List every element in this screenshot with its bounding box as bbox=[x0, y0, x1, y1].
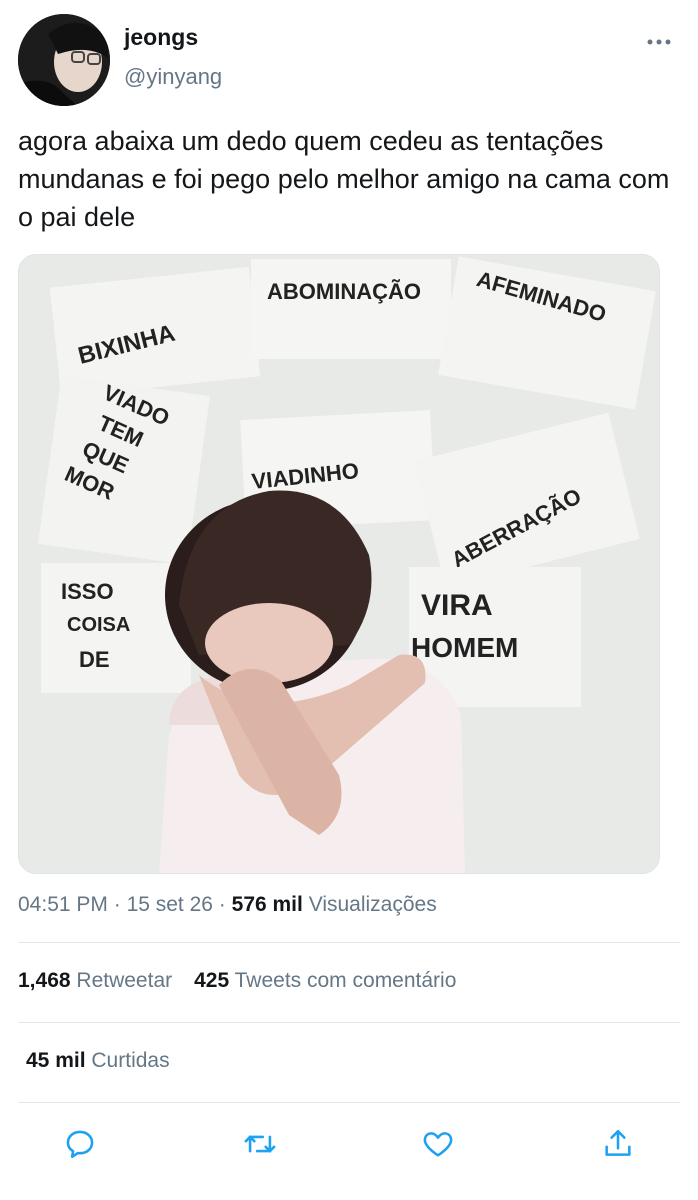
more-icon[interactable] bbox=[646, 32, 672, 52]
share-button[interactable] bbox=[598, 1124, 638, 1164]
svg-text:DE: DE bbox=[79, 647, 110, 672]
meta-separator: · bbox=[107, 893, 127, 916]
retweets-stat[interactable]: 1,468 Retweetar bbox=[18, 969, 172, 992]
svg-text:ISSO: ISSO bbox=[61, 579, 114, 604]
quotes-stat[interactable]: 425 Tweets com comentário bbox=[194, 969, 456, 992]
likes-stat[interactable]: 45 mil Curtidas bbox=[26, 1049, 170, 1073]
user-handle[interactable]: @yinyang bbox=[124, 64, 222, 90]
svg-text:VIRA: VIRA bbox=[421, 589, 493, 622]
avatar[interactable] bbox=[18, 14, 110, 106]
paper-abominacao: ABOMINAÇÃO bbox=[251, 259, 451, 359]
divider bbox=[18, 1102, 680, 1103]
svg-text:HOMEM: HOMEM bbox=[411, 632, 518, 663]
paper-bixinha: BIXINHA bbox=[49, 266, 261, 398]
svg-text:COISA: COISA bbox=[67, 614, 130, 636]
reply-button[interactable] bbox=[60, 1124, 100, 1164]
tweet-card: jeongs @yinyang agora abaixa um dedo que… bbox=[0, 0, 698, 1200]
meta-separator: · bbox=[212, 893, 232, 916]
retweets-label: Retweetar bbox=[76, 969, 173, 992]
svg-text:ABOMINAÇÃO: ABOMINAÇÃO bbox=[267, 279, 421, 304]
views-label: Visualizações bbox=[308, 893, 437, 916]
paper-viado-tem-que: VIADO TEM QUE MOR bbox=[37, 375, 211, 565]
divider bbox=[18, 1022, 680, 1023]
tweet-meta: 04:51 PM · 15 set 26 · 576 mil Visualiza… bbox=[18, 893, 437, 917]
display-name[interactable]: jeongs bbox=[124, 24, 198, 51]
quotes-label: Tweets com comentário bbox=[234, 969, 457, 992]
engagement-stats: 1,468 Retweetar 425 Tweets com comentário bbox=[18, 969, 456, 993]
heart-icon bbox=[423, 1132, 453, 1157]
tweet-time[interactable]: 04:51 PM bbox=[18, 893, 108, 916]
share-icon bbox=[605, 1129, 631, 1156]
like-button[interactable] bbox=[418, 1124, 458, 1164]
avatar-image bbox=[18, 14, 110, 106]
divider bbox=[18, 942, 680, 943]
retweet-icon bbox=[244, 1135, 276, 1153]
tweet-media-image[interactable]: BIXINHA ABOMINAÇÃO AFEMINADO VIADO TEM Q… bbox=[18, 254, 660, 874]
tweet-text: agora abaixa um dedo quem cedeu as tenta… bbox=[18, 126, 670, 232]
quotes-count: 425 bbox=[194, 969, 230, 992]
retweet-button[interactable] bbox=[240, 1124, 280, 1164]
likes-count: 45 mil bbox=[26, 1049, 86, 1072]
reply-icon bbox=[66, 1130, 94, 1159]
views-count: 576 mil bbox=[231, 893, 303, 916]
retweets-count: 1,468 bbox=[18, 969, 71, 992]
tweet-date[interactable]: 15 set 26 bbox=[127, 893, 213, 916]
likes-label: Curtidas bbox=[91, 1049, 170, 1072]
